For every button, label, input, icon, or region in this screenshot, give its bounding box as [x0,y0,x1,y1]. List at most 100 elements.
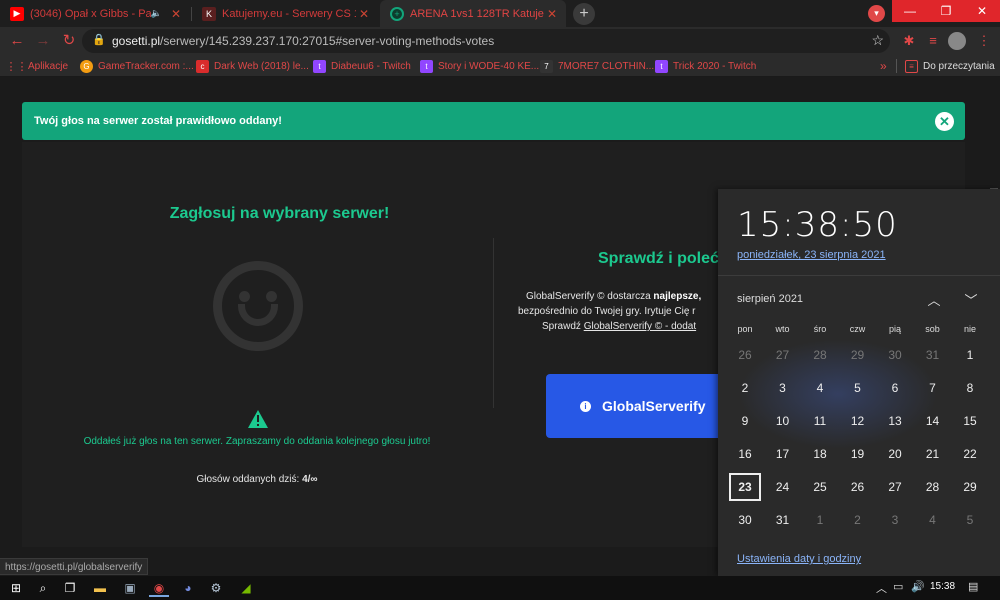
tab-katujemy[interactable]: K Katujemy.eu - Serwery CS 1.6, CS ✕ [192,0,378,27]
close-tab-icon[interactable]: ✕ [168,7,184,21]
bookmark-gametracker[interactable]: G GameTracker.com :... [80,58,194,74]
bookmark-apps[interactable]: ⋮⋮ Aplikacje [6,58,69,74]
calendar-day[interactable]: 11 [802,405,838,437]
calendar-day[interactable]: 5 [952,504,988,536]
calendar-day[interactable]: 4 [915,504,951,536]
calendar-day[interactable]: 26 [727,339,763,371]
calendar-day[interactable]: 19 [840,438,876,470]
tray-overflow-icon[interactable]: ︿ [876,580,887,596]
store-icon[interactable]: ▣ [120,579,140,597]
calendar-day[interactable]: 26 [840,471,876,503]
calendar-day[interactable]: 6 [877,372,913,404]
tab-youtube[interactable]: ▶ (3046) Opał x Gibbs - Palo Sa 🔈 ✕ [0,0,190,27]
calendar-day[interactable]: 1 [952,339,988,371]
calendar-day[interactable]: 3 [765,372,801,404]
katujemy-icon: K [202,6,216,21]
calendar-day[interactable]: 16 [727,438,763,470]
calendar-day[interactable]: 21 [915,438,951,470]
calendar-day[interactable]: 29 [840,339,876,371]
notifications-icon[interactable]: ▤ [968,580,978,593]
calendar-day[interactable]: 4 [802,372,838,404]
chrome-icon[interactable]: ◉ [149,579,169,597]
bookmark-7more7[interactable]: 7 7MORE7 CLOTHIN... [540,58,654,74]
avatar[interactable] [948,32,966,50]
calendar-day[interactable]: 12 [840,405,876,437]
bookmark-label: Trick 2020 - Twitch [673,60,757,72]
bookmark-story[interactable]: t Story i WODE-40 KE... [420,58,539,74]
bookmarks-overflow-button[interactable]: » [880,58,887,74]
address-bar[interactable]: 🔒 gosetti.pl/serwery/145.239.237.170:270… [82,29,890,53]
calendar-day[interactable]: 10 [765,405,801,437]
warning-icon [248,410,268,428]
bookmark-diabeuu6[interactable]: t Diabeuu6 - Twitch [313,58,411,74]
calendar-day[interactable]: 5 [840,372,876,404]
clock-date-link[interactable]: poniedziałek, 23 sierpnia 2021 [737,249,886,261]
calendar-day[interactable]: 2 [727,372,763,404]
nvidia-icon[interactable]: ◢ [236,579,256,597]
windows-start-icon[interactable]: ⊞ [6,579,26,597]
calendar-day[interactable]: 28 [802,339,838,371]
task-view-icon[interactable]: ❐ [60,579,80,597]
restore-button[interactable]: ❐ [928,0,964,22]
reload-icon[interactable]: ↻ [58,31,80,51]
calendar-day-today[interactable]: 23 [729,473,761,501]
bookmark-label: 7MORE7 CLOTHIN... [558,60,655,72]
calendar-day[interactable]: 17 [765,438,801,470]
reading-list-button[interactable]: ≡ Do przeczytania [905,58,995,74]
tab-arena[interactable]: + ARENA 1vs1 128TR Katujemy.eu - ✕ [380,0,566,27]
calendar-day[interactable]: 30 [727,504,763,536]
file-explorer-icon[interactable]: ▬ [90,579,110,597]
chevron-down-icon[interactable]: ﹀ [962,290,980,308]
calendar-day[interactable]: 18 [802,438,838,470]
calendar-day[interactable]: 28 [915,471,951,503]
calendar-day[interactable]: 3 [877,504,913,536]
calendar-day[interactable]: 24 [765,471,801,503]
calendar-day[interactable]: 31 [765,504,801,536]
back-arrow-icon[interactable]: ← [6,31,28,51]
calendar-month[interactable]: sierpień 2021 [737,293,803,305]
calendar-day[interactable]: 25 [802,471,838,503]
close-alert-button[interactable]: ✕ [935,112,954,131]
search-icon[interactable]: ⌕ [33,579,53,597]
menu-dots-icon[interactable]: ⋮ [975,32,993,50]
calendar-day[interactable]: 13 [877,405,913,437]
calendar-day[interactable]: 22 [952,438,988,470]
close-tab-icon[interactable]: ✕ [544,7,560,21]
volume-icon[interactable]: 🔊 [911,580,925,593]
close-window-button[interactable]: ✕ [964,0,1000,22]
calendar-day[interactable]: 8 [952,372,988,404]
serverify-link[interactable]: GlobalServerify © - dodat [584,321,696,332]
steam-icon[interactable]: ⚙ [206,579,226,597]
discord-icon[interactable]: ◕ [178,579,198,597]
tab-search-icon[interactable]: ▾ [868,5,885,22]
calendar-day[interactable]: 31 [915,339,951,371]
taskbar-clock[interactable]: 15:38 [930,581,955,592]
calendar-day[interactable]: 9 [727,405,763,437]
close-tab-icon[interactable]: ✕ [356,7,372,21]
date-time-settings-link[interactable]: Ustawienia daty i godziny [737,553,861,565]
globalserverify-button-label: GlobalServerify [602,398,706,414]
bookmark-darkweb[interactable]: c Dark Web (2018) le... [196,58,309,74]
globalserverify-button[interactable]: i GlobalServerify [546,374,726,438]
calendar-day[interactable]: 15 [952,405,988,437]
calendar-day[interactable]: 7 [915,372,951,404]
network-icon[interactable]: ▭ [893,580,903,593]
calendar-day[interactable]: 20 [877,438,913,470]
bookmark-star-icon[interactable]: ☆ [871,32,884,49]
audio-icon[interactable]: 🔈 [151,8,162,19]
calendar-day[interactable]: 27 [877,471,913,503]
calendar-day[interactable]: 14 [915,405,951,437]
extensions-puzzle-icon[interactable]: ✱ [900,32,918,50]
calendar-day[interactable]: 30 [877,339,913,371]
info-icon: i [580,401,591,412]
calendar-day[interactable]: 27 [765,339,801,371]
chevron-up-icon[interactable]: ︿ [925,290,943,308]
forward-arrow-icon[interactable]: → [32,31,54,51]
new-tab-button[interactable]: + [573,3,595,25]
calendar-day[interactable]: 2 [840,504,876,536]
minimize-button[interactable]: — [892,0,928,22]
calendar-day[interactable]: 29 [952,471,988,503]
calendar-day[interactable]: 1 [802,504,838,536]
bookmark-trick2020[interactable]: t Trick 2020 - Twitch [655,58,756,74]
media-queue-icon[interactable]: ≡ [924,32,942,50]
